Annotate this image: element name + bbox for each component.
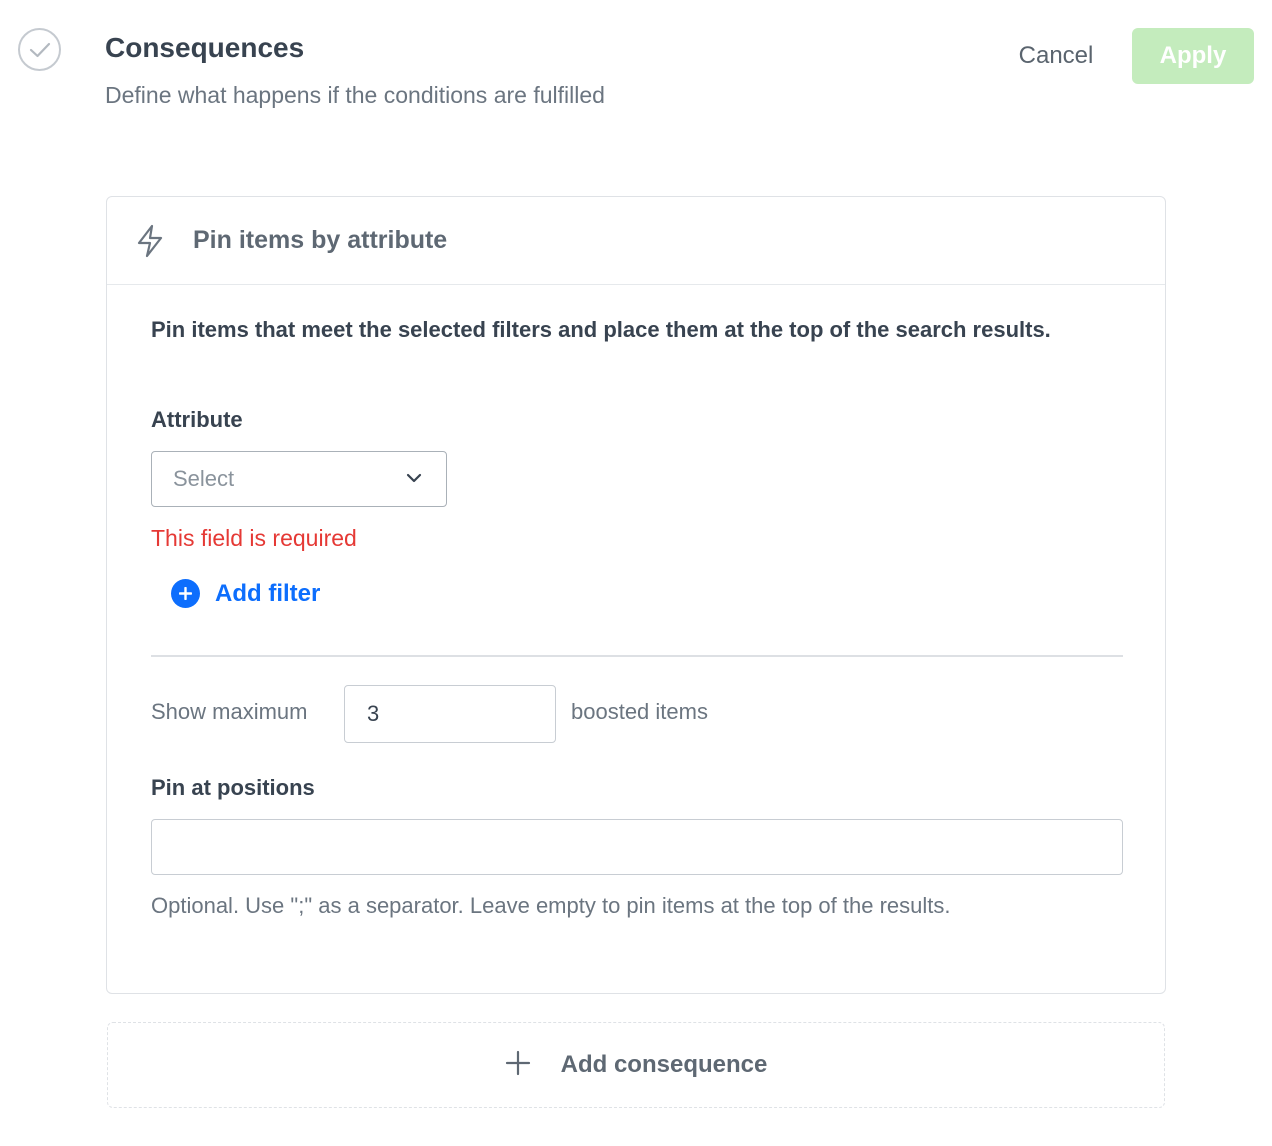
add-consequence-label: Add consequence xyxy=(560,1051,768,1078)
lightning-bolt-icon xyxy=(135,224,167,258)
chevron-down-icon xyxy=(406,470,422,488)
consequence-card-header: Pin items by attribute xyxy=(107,197,1165,285)
apply-button[interactable]: Apply xyxy=(1132,28,1254,84)
consequence-description: Pin items that meet the selected filters… xyxy=(151,317,1051,342)
consequence-title: Pin items by attribute xyxy=(193,226,448,254)
page-subtitle: Define what happens if the conditions ar… xyxy=(105,82,605,108)
pin-positions-helper: Optional. Use ";" as a separator. Leave … xyxy=(151,893,951,918)
check-circle-icon xyxy=(18,28,61,71)
attribute-label: Attribute xyxy=(151,407,243,432)
page-title: Consequences xyxy=(105,32,305,63)
show-maximum-label: Show maximum xyxy=(151,699,308,724)
attribute-select[interactable]: Select xyxy=(151,451,447,507)
attribute-select-placeholder: Select xyxy=(173,466,235,491)
divider xyxy=(151,655,1123,657)
boosted-items-label: boosted items xyxy=(571,699,708,724)
pin-positions-input[interactable] xyxy=(151,819,1123,875)
add-filter-label: Add filter xyxy=(215,579,321,607)
max-boosted-items-input[interactable] xyxy=(344,685,556,743)
cancel-button[interactable]: Cancel xyxy=(1000,28,1112,84)
add-consequence-button[interactable]: Add consequence xyxy=(107,1022,1165,1108)
plus-icon xyxy=(505,1050,531,1081)
attribute-error-message: This field is required xyxy=(151,525,357,551)
plus-circle-icon xyxy=(171,579,200,608)
pin-positions-label: Pin at positions xyxy=(151,775,315,800)
consequences-page: Consequences Define what happens if the … xyxy=(0,0,1272,1146)
consequence-card: Pin items by attribute Pin items that me… xyxy=(106,196,1166,994)
add-filter-button[interactable]: Add filter xyxy=(171,579,320,608)
